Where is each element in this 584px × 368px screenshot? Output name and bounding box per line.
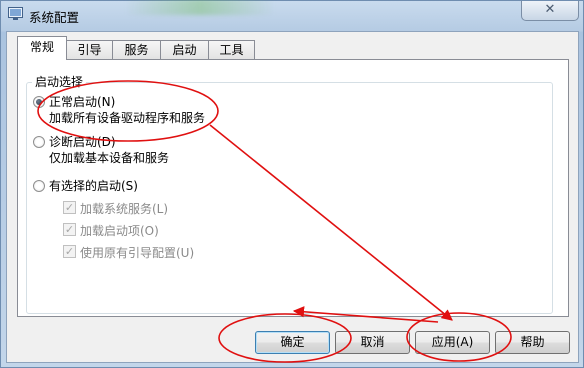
apply-button[interactable]: 应用(A) [415,331,490,354]
tab-startup[interactable]: 启动 [160,40,209,59]
tab-tools[interactable]: 工具 [208,40,255,59]
close-icon: ✕ [544,2,556,17]
tab-boot[interactable]: 引导 [66,40,113,59]
title-bar[interactable]: 系统配置 ✕ [1,0,583,31]
general-tab-panel: 启动选择 正常启动(N) 加载所有设备驱动程序和服务 诊断启动(D) 仅加载基本… [17,59,569,317]
tab-services[interactable]: 服务 [112,40,161,59]
system-config-app-icon [8,7,23,20]
group-legend: 启动选择 [32,73,87,90]
dialog-client-area: 常规 引导 服务 启动 工具 启动选择 正常启动(N) 加载所有设备驱动程序和服… [6,31,579,363]
system-config-window: 系统配置 ✕ 常规 引导 服务 启动 工具 启动选择 正常启动(N) 加载所有设… [0,0,584,368]
diagnostic-startup-label[interactable]: 诊断启动(D) [49,133,116,150]
diagnostic-startup-description: 仅加载基本设备和服务 [49,151,170,165]
diagnostic-startup-radio[interactable] [33,136,45,148]
title-blur-artifact [125,0,275,15]
load-system-services-checkbox[interactable]: ✓ [63,201,76,214]
load-system-services-label: 加载系统服务(L) [80,202,169,216]
use-original-boot-config-label: 使用原有引导配置(U) [80,246,195,260]
close-button[interactable]: ✕ [521,1,579,21]
normal-startup-radio[interactable] [33,96,45,108]
window-title: 系统配置 [29,10,80,25]
normal-startup-description: 加载所有设备驱动程序和服务 [49,111,206,125]
selective-startup-label[interactable]: 有选择的启动(S) [49,177,138,194]
ok-button[interactable]: 确定 [255,331,330,354]
cancel-button[interactable]: 取消 [335,331,410,354]
tab-general[interactable]: 常规 [17,36,67,60]
use-original-boot-config-checkbox[interactable]: ✓ [63,245,76,258]
help-button[interactable]: 帮助 [495,331,570,354]
selective-startup-radio[interactable] [33,180,45,192]
load-startup-items-checkbox[interactable]: ✓ [63,223,76,236]
load-startup-items-label: 加载启动项(O) [80,224,159,238]
normal-startup-label[interactable]: 正常启动(N) [49,93,115,110]
